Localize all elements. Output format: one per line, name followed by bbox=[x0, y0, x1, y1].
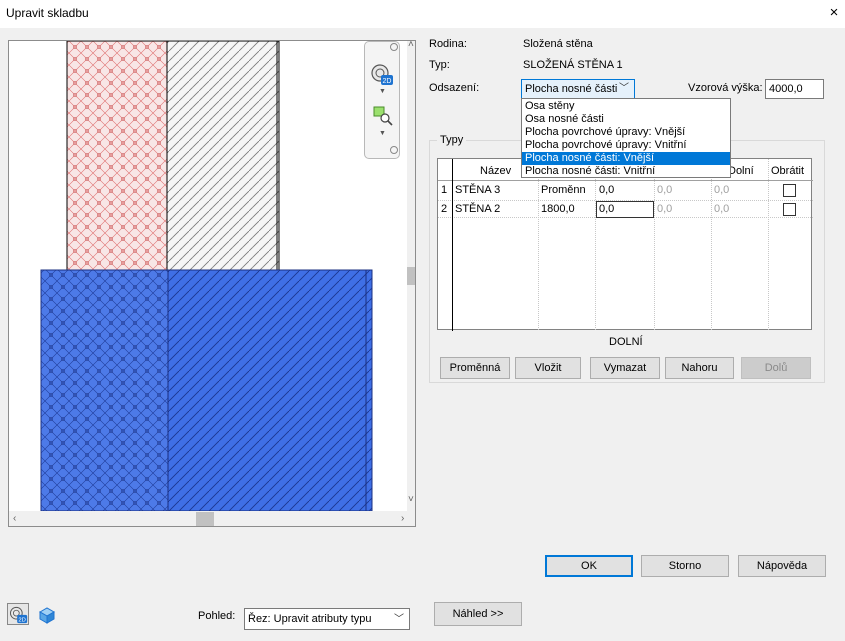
chevron-down-icon[interactable]: ▼ bbox=[379, 88, 386, 95]
offset-label: Odsazení: bbox=[429, 82, 480, 94]
orbit-2d-icon[interactable]: 2D bbox=[7, 603, 29, 625]
upper-wall-right-layer bbox=[166, 41, 280, 272]
table-cell-offset[interactable]: 0,0 bbox=[599, 182, 614, 198]
toolbar-options-icon[interactable] bbox=[390, 146, 398, 154]
type-value: SLOŽENÁ STĚNA 1 bbox=[523, 59, 623, 71]
section-preview[interactable]: ˄ ˅ ‹ › 2D ▼ ▼ bbox=[8, 40, 416, 527]
navigation-toolbar: 2D ▼ ▼ bbox=[364, 41, 400, 159]
lower-wall-right-layer bbox=[167, 269, 373, 511]
flip-checkbox[interactable] bbox=[783, 203, 796, 216]
window-title: Upravit skladbu bbox=[6, 6, 89, 20]
horizontal-scroll-thumb[interactable] bbox=[196, 512, 214, 526]
horizontal-scrollbar[interactable]: ‹ › bbox=[9, 511, 415, 526]
dropdown-option[interactable]: Plocha povrchové úpravy: Vnější bbox=[522, 126, 730, 139]
row-number: 2 bbox=[441, 203, 448, 215]
svg-text:2D: 2D bbox=[383, 78, 392, 85]
column-header-name: Název bbox=[480, 165, 512, 177]
table-cell-offset-editor[interactable]: 0,0 bbox=[596, 201, 654, 218]
sample-height-label: Vzorová výška: bbox=[688, 82, 763, 94]
sample-height-value: 4000,0 bbox=[769, 83, 803, 95]
vertical-scrollbar[interactable]: ˄ ˅ bbox=[407, 41, 415, 511]
offset-select-value: Plocha nosné části bbox=[525, 83, 618, 95]
dropdown-option[interactable]: Plocha povrchové úpravy: Vnitřní bbox=[522, 139, 730, 152]
column-header-flip: Obrátit bbox=[771, 165, 805, 177]
types-legend: Typy bbox=[437, 134, 467, 146]
view-cube-icon[interactable] bbox=[36, 604, 58, 626]
table-cell-top: 0,0 bbox=[657, 203, 673, 215]
table-cell-bottom: 0,0 bbox=[714, 203, 730, 215]
scroll-right-icon[interactable]: › bbox=[401, 513, 404, 524]
lower-wall-left-layer bbox=[40, 269, 169, 511]
chevron-down-icon: ﹀ bbox=[619, 83, 629, 94]
dropdown-option[interactable]: Osa stěny bbox=[522, 100, 730, 113]
sample-height-input[interactable]: 4000,0 bbox=[765, 79, 824, 99]
close-icon[interactable]: × bbox=[826, 4, 842, 21]
scroll-left-icon[interactable]: ‹ bbox=[13, 513, 16, 524]
upper-wall-left-layer bbox=[66, 41, 168, 272]
svg-text:2D: 2D bbox=[18, 618, 25, 624]
chevron-down-icon: ﹀ bbox=[394, 614, 404, 625]
view-select-value: Řez: Upravit atributy typu bbox=[248, 613, 372, 625]
table-cell-height[interactable]: Proměnn bbox=[541, 182, 595, 198]
insert-button[interactable]: Vložit bbox=[515, 357, 581, 379]
family-value: Složená stěna bbox=[523, 38, 593, 50]
delete-button[interactable]: Vymazat bbox=[590, 357, 660, 379]
offset-dropdown-list[interactable]: Osa stěny Osa nosné části Plocha povrcho… bbox=[521, 98, 731, 178]
variable-button[interactable]: Proměnná bbox=[440, 357, 510, 379]
flip-checkbox[interactable] bbox=[783, 184, 796, 197]
view-label: Pohled: bbox=[198, 610, 236, 622]
ok-button[interactable]: OK bbox=[545, 555, 633, 577]
table-cell-height[interactable]: 1800,0 bbox=[541, 201, 575, 217]
view-select[interactable]: Řez: Upravit atributy typu ﹀ bbox=[244, 608, 410, 630]
table-cell-name[interactable]: STĚNA 3 bbox=[455, 182, 500, 198]
vertical-scroll-thumb[interactable] bbox=[407, 267, 415, 285]
layers-table[interactable]: Název Dolní Obrátit 1 STĚNA 3 Proměnn 0,… bbox=[437, 158, 813, 331]
move-up-button[interactable]: Nahoru bbox=[665, 357, 734, 379]
type-label: Typ: bbox=[429, 59, 450, 71]
scroll-up-icon[interactable]: ˄ bbox=[408, 41, 414, 50]
dropdown-option[interactable]: Plocha nosné části: Vnitřní bbox=[522, 165, 730, 178]
help-button[interactable]: Nápověda bbox=[738, 555, 826, 577]
dropdown-option-selected[interactable]: Plocha nosné části: Vnější bbox=[522, 152, 730, 165]
move-down-button: Dolů bbox=[741, 357, 811, 379]
table-cell-bottom: 0,0 bbox=[714, 184, 730, 196]
family-label: Rodina: bbox=[429, 38, 467, 50]
table-cell-top: 0,0 bbox=[657, 184, 673, 196]
zoom-region-icon[interactable] bbox=[372, 105, 394, 127]
toolbar-close-icon[interactable] bbox=[390, 43, 398, 51]
row-number: 1 bbox=[441, 184, 448, 196]
offset-select[interactable]: Plocha nosné části ﹀ bbox=[521, 79, 635, 99]
scroll-down-icon[interactable]: ˅ bbox=[408, 494, 414, 505]
chevron-down-icon[interactable]: ▼ bbox=[379, 130, 386, 137]
title-bar bbox=[0, 0, 845, 28]
wall-section-drawing bbox=[40, 41, 373, 511]
orbit-2d-icon[interactable]: 2D bbox=[370, 62, 394, 86]
preview-button[interactable]: Náhled >> bbox=[434, 602, 522, 626]
dropdown-option[interactable]: Osa nosné části bbox=[522, 113, 730, 126]
column-header-bottom: Dolní bbox=[728, 165, 754, 177]
bottom-label: DOLNÍ bbox=[609, 336, 643, 348]
table-cell-name[interactable]: STĚNA 2 bbox=[455, 201, 500, 217]
cancel-button[interactable]: Storno bbox=[641, 555, 729, 577]
